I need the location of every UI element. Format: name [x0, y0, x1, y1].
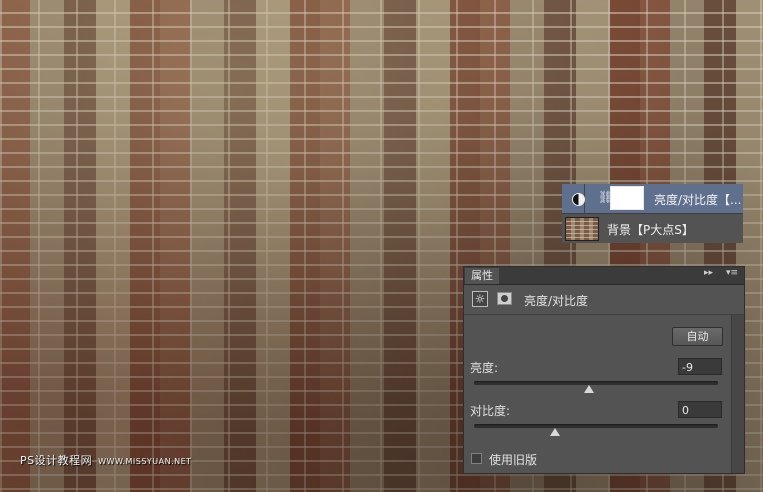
- layer-background[interactable]: 背景【P大点S】: [562, 213, 743, 243]
- adjustment-layer-icon: [572, 193, 585, 206]
- properties-header: ☼ 亮度/对比度: [464, 285, 744, 315]
- layer-name: 背景【P大点S】: [607, 223, 694, 237]
- adjustment-title: 亮度/对比度: [524, 294, 589, 308]
- layer-name: 亮度/对比度【...: [654, 193, 742, 207]
- layers-panel: ⛓ 亮度/对比度【... 背景【P大点S】: [562, 184, 743, 243]
- brightness-value-field[interactable]: -9: [678, 358, 722, 375]
- tab-properties[interactable]: 属性: [465, 268, 499, 284]
- properties-panel: 属性 ▸▸ ▾≡ ☼ 亮度/对比度 自动 亮度: -9 对比度: 0 使用旧版: [463, 266, 745, 474]
- use-legacy-label: 使用旧版: [489, 453, 538, 467]
- use-legacy-checkbox[interactable]: [471, 453, 482, 464]
- properties-scrollbar[interactable]: [731, 315, 744, 473]
- brightness-adjustment-icon[interactable]: ☼: [472, 291, 488, 307]
- collapse-panel-icon[interactable]: ▸▸: [704, 268, 713, 278]
- layer-mask-thumbnail[interactable]: [610, 186, 644, 210]
- contrast-label: 对比度:: [470, 404, 511, 418]
- brightness-slider-track[interactable]: [474, 381, 718, 385]
- contrast-value-field[interactable]: 0: [678, 401, 722, 418]
- auto-button[interactable]: 自动: [672, 327, 723, 346]
- mask-icon[interactable]: [497, 292, 512, 305]
- watermark-main: PS设计教程网: [20, 454, 93, 467]
- panel-menu-icon[interactable]: ▾≡: [726, 268, 738, 278]
- brightness-slider-thumb[interactable]: [583, 385, 594, 393]
- layer-thumbnail[interactable]: [565, 217, 599, 241]
- brightness-label: 亮度:: [470, 361, 499, 375]
- properties-tabbar: 属性 ▸▸ ▾≡: [464, 267, 744, 285]
- watermark: PS设计教程网 WWW.MISSYUAN.NET: [20, 452, 192, 468]
- watermark-url: WWW.MISSYUAN.NET: [98, 457, 192, 466]
- contrast-slider-track[interactable]: [474, 424, 718, 428]
- contrast-slider-thumb[interactable]: [550, 428, 561, 436]
- layer-brightness-contrast[interactable]: ⛓ 亮度/对比度【...: [562, 184, 743, 213]
- properties-body: 自动 亮度: -9 对比度: 0 使用旧版: [464, 315, 732, 473]
